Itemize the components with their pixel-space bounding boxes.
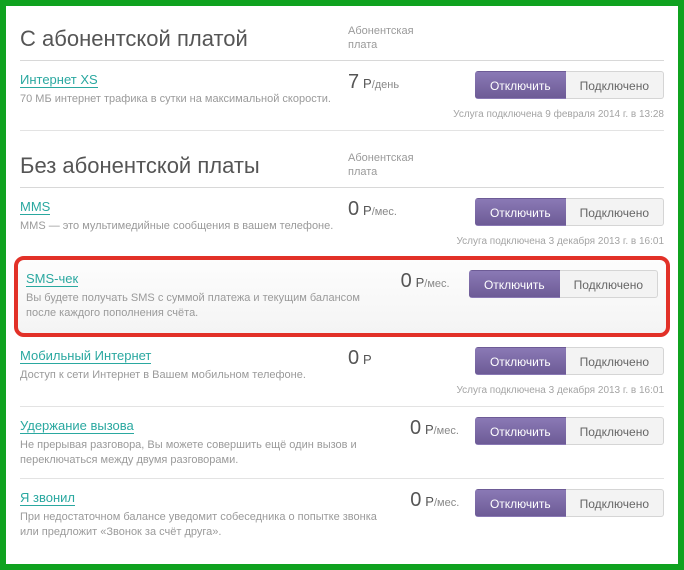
section-header-fee: С абонентской платой Абонентская плата xyxy=(20,24,664,61)
fee-column-header: Абонентская плата xyxy=(348,24,444,52)
service-description: Не прерывая разговора, Вы можете соверши… xyxy=(20,438,398,468)
service-price: 0 Р xyxy=(348,347,444,396)
service-price: 7 Р/день xyxy=(348,71,444,120)
service-actions: Отключить Подключено xyxy=(475,489,664,540)
service-link[interactable]: MMS xyxy=(20,199,50,215)
price-currency: Р xyxy=(363,76,372,91)
service-price: 0 Р/мес. xyxy=(348,198,444,247)
price-period: /мес. xyxy=(434,425,459,437)
disable-button[interactable]: Отключить xyxy=(475,347,566,375)
service-main: Интернет XS 70 МБ интернет трафика в сут… xyxy=(20,71,348,120)
service-price: 0 Р/мес. xyxy=(410,489,475,540)
fee-column-header: Абонентская плата xyxy=(348,151,444,179)
price-number: 0 xyxy=(410,489,421,511)
section-title: Без абонентской платы xyxy=(20,153,348,179)
service-main: Я звонил При недостаточном балансе уведо… xyxy=(20,489,410,540)
service-description: При недостаточном балансе уведомит собес… xyxy=(20,510,398,540)
price-currency: Р xyxy=(416,275,425,290)
service-link[interactable]: Удержание вызова xyxy=(20,418,134,434)
service-main: MMS MMS — это мультимедийные сообщения в… xyxy=(20,198,348,247)
price-period: /день xyxy=(372,79,399,91)
section-title: С абонентской платой xyxy=(20,26,348,52)
status-badge: Подключено xyxy=(566,489,664,517)
service-price: 0 Р/мес. xyxy=(401,270,469,321)
disable-button[interactable]: Отключить xyxy=(469,270,560,298)
service-row: Мобильный Интернет Доступ к сети Интерне… xyxy=(20,337,664,407)
section-header-nofee: Без абонентской платы Абонентская плата xyxy=(20,151,664,188)
disable-button[interactable]: Отключить xyxy=(475,489,566,517)
price-number: 7 xyxy=(348,71,359,93)
service-description: Вы будете получать SMS с суммой платежа … xyxy=(26,291,389,321)
price-number: 0 xyxy=(348,198,359,220)
price-number: 0 xyxy=(401,270,412,292)
service-description: MMS — это мультимедийные сообщения в ваш… xyxy=(20,219,336,234)
service-actions: Отключить Подключено xyxy=(469,270,658,321)
service-actions: Отключить Подключено Услуга подключена 3… xyxy=(444,198,664,247)
price-period: /мес. xyxy=(424,278,449,290)
service-meta: Услуга подключена 3 декабря 2013 г. в 16… xyxy=(457,236,665,247)
price-period: /мес. xyxy=(372,206,397,218)
disable-button[interactable]: Отключить xyxy=(475,71,566,99)
disable-button[interactable]: Отключить xyxy=(475,417,566,445)
service-description: 70 МБ интернет трафика в сутки на максим… xyxy=(20,92,336,107)
service-meta: Услуга подключена 3 декабря 2013 г. в 16… xyxy=(457,385,665,396)
service-row: Интернет XS 70 МБ интернет трафика в сут… xyxy=(20,61,664,131)
status-badge: Подключено xyxy=(566,71,664,99)
page-frame: С абонентской платой Абонентская плата И… xyxy=(0,0,684,570)
price-number: 0 xyxy=(348,347,359,369)
service-row: Я звонил При недостаточном балансе уведо… xyxy=(20,479,664,550)
service-description: Доступ к сети Интернет в Вашем мобильном… xyxy=(20,368,336,383)
status-badge: Подключено xyxy=(560,270,658,298)
price-currency: Р xyxy=(425,422,434,437)
price-currency: Р xyxy=(425,494,434,509)
service-actions: Отключить Подключено Услуга подключена 9… xyxy=(444,71,664,120)
service-link[interactable]: Я звонил xyxy=(20,490,75,506)
service-main: Мобильный Интернет Доступ к сети Интерне… xyxy=(20,347,348,396)
price-currency: Р xyxy=(363,352,372,367)
disable-button[interactable]: Отключить xyxy=(475,198,566,226)
status-badge: Подключено xyxy=(566,198,664,226)
service-row: MMS MMS — это мультимедийные сообщения в… xyxy=(20,188,664,258)
price-currency: Р xyxy=(363,203,372,218)
service-link[interactable]: Интернет XS xyxy=(20,72,98,88)
service-price: 0 Р/мес. xyxy=(410,417,475,468)
price-number: 0 xyxy=(410,417,421,439)
service-row-highlighted: SMS-чек Вы будете получать SMS с суммой … xyxy=(14,256,670,337)
service-main: Удержание вызова Не прерывая разговора, … xyxy=(20,417,410,468)
service-actions: Отключить Подключено xyxy=(475,417,664,468)
service-actions: Отключить Подключено Услуга подключена 3… xyxy=(444,347,664,396)
service-link[interactable]: Мобильный Интернет xyxy=(20,348,151,364)
service-row: Удержание вызова Не прерывая разговора, … xyxy=(20,407,664,479)
status-badge: Подключено xyxy=(566,347,664,375)
price-period: /мес. xyxy=(434,497,459,509)
service-link[interactable]: SMS-чек xyxy=(26,271,78,287)
service-main: SMS-чек Вы будете получать SMS с суммой … xyxy=(26,270,401,321)
status-badge: Подключено xyxy=(566,417,664,445)
service-meta: Услуга подключена 9 февраля 2014 г. в 13… xyxy=(453,109,664,120)
